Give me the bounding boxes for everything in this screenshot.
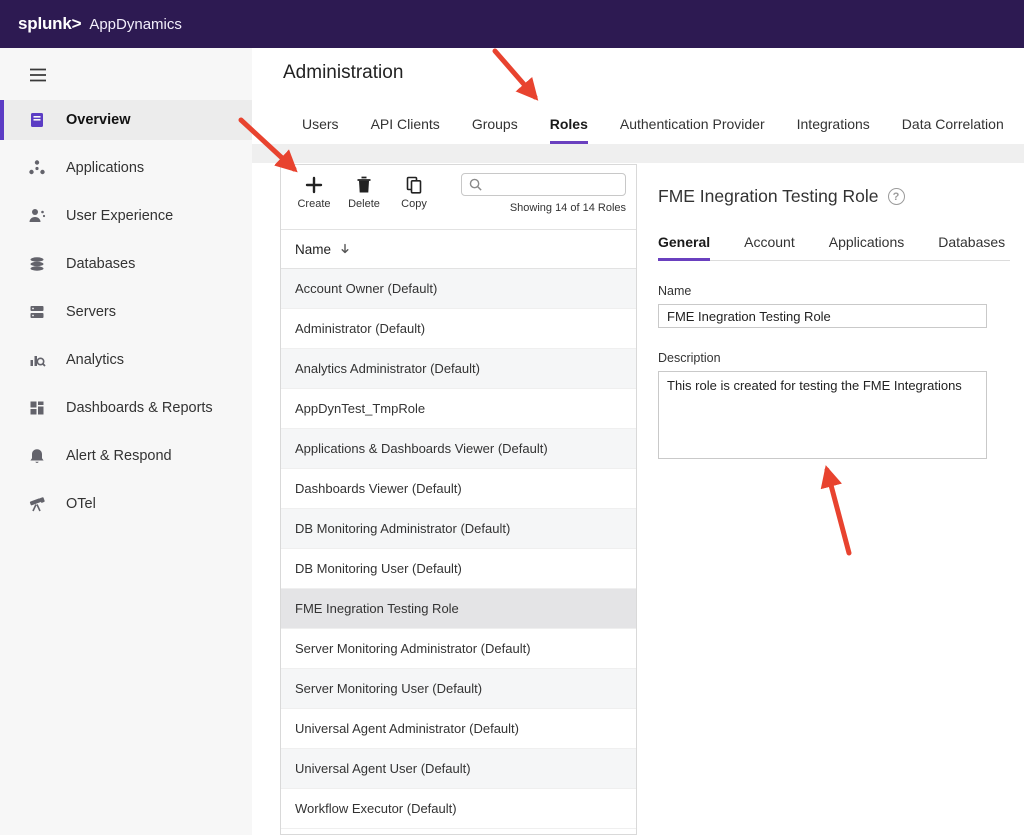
name-field-label: Name [658, 284, 1010, 298]
detail-tab-bar: General Account Applications Databases [658, 234, 1010, 261]
roles-count-text: Showing 14 of 14 Roles [461, 202, 626, 214]
copy-button-label: Copy [401, 198, 427, 210]
name-column-header[interactable]: Name [281, 229, 636, 269]
create-button[interactable]: Create [289, 173, 339, 210]
trash-icon [354, 175, 374, 195]
table-row[interactable]: DB Monitoring Administrator (Default) [281, 509, 636, 549]
roles-table-body: Account Owner (Default) Administrator (D… [281, 269, 636, 829]
sidebar-item-label: Servers [66, 304, 116, 320]
sidebar-item-databases[interactable]: Databases [0, 244, 252, 284]
sidebar-item-label: User Experience [66, 208, 173, 224]
search-area: Showing 14 of 14 Roles [461, 173, 626, 214]
sort-descending-icon [338, 242, 352, 256]
admin-tab-bar: Users API Clients Groups Roles Authentic… [252, 106, 1024, 144]
sidebar-item-user-experience[interactable]: User Experience [0, 196, 252, 236]
databases-icon [28, 255, 46, 273]
tab-users[interactable]: Users [302, 116, 339, 144]
sidebar-item-label: Alert & Respond [66, 448, 172, 464]
dashboards-icon [28, 399, 46, 417]
sidebar-item-alert-respond[interactable]: Alert & Respond [0, 436, 252, 476]
sidebar-item-label: Analytics [66, 352, 124, 368]
tab-applications[interactable]: Applications [829, 234, 905, 260]
role-name-input[interactable] [658, 304, 987, 328]
topbar: splunk> AppDynamics [0, 0, 1024, 48]
search-icon [468, 177, 483, 192]
table-row[interactable]: Administrator (Default) [281, 309, 636, 349]
arrow-to-description [827, 470, 849, 553]
hamburger-menu-icon[interactable] [27, 65, 49, 85]
table-row-selected[interactable]: FME Inegration Testing Role [281, 589, 636, 629]
applications-icon [28, 159, 46, 177]
copy-icon [404, 175, 424, 195]
sidebar-item-overview[interactable]: Overview [0, 100, 252, 140]
sidebar-item-label: Dashboards & Reports [66, 400, 213, 416]
name-header-label: Name [295, 242, 331, 257]
tab-integrations[interactable]: Integrations [797, 116, 870, 144]
telescope-icon [28, 495, 46, 513]
create-button-label: Create [297, 198, 330, 210]
tab-roles[interactable]: Roles [550, 116, 588, 144]
table-row[interactable]: Server Monitoring User (Default) [281, 669, 636, 709]
app-root: splunk> AppDynamics Overview Application… [0, 0, 1024, 835]
sidebar-item-label: Applications [66, 160, 144, 176]
table-row[interactable]: Workflow Executor (Default) [281, 789, 636, 829]
role-detail-panel: FME Inegration Testing Role ? General Ac… [658, 186, 1010, 464]
user-experience-icon [28, 207, 46, 225]
page-title: Administration [283, 62, 403, 84]
roles-toolbar: Create Delete Copy Showing 14 of 14 Role… [281, 165, 636, 229]
tab-databases[interactable]: Databases [938, 234, 1005, 260]
role-description-textarea[interactable]: This role is created for testing the FME… [658, 371, 987, 459]
bell-icon [28, 447, 46, 465]
sidebar-item-label: Overview [66, 112, 131, 128]
description-field-label: Description [658, 351, 1010, 365]
sidebar-item-label: Databases [66, 256, 135, 272]
arrow-to-roles-tab [495, 51, 535, 97]
analytics-icon [28, 351, 46, 369]
table-row[interactable]: Analytics Administrator (Default) [281, 349, 636, 389]
roles-search-box[interactable] [461, 173, 626, 196]
table-row[interactable]: Account Owner (Default) [281, 269, 636, 309]
overview-icon [28, 111, 46, 129]
table-row[interactable]: DB Monitoring User (Default) [281, 549, 636, 589]
delete-button-label: Delete [348, 198, 380, 210]
sidebar-item-servers[interactable]: Servers [0, 292, 252, 332]
help-icon[interactable]: ? [888, 188, 905, 205]
sidebar-item-analytics[interactable]: Analytics [0, 340, 252, 380]
table-row[interactable]: Applications & Dashboards Viewer (Defaul… [281, 429, 636, 469]
appdynamics-logo: AppDynamics [89, 16, 182, 33]
tab-general[interactable]: General [658, 234, 710, 261]
sidebar-item-otel[interactable]: OTel [0, 484, 252, 524]
sidebar: Overview Applications User Experience Da… [0, 48, 252, 835]
sidebar-item-dashboards-reports[interactable]: Dashboards & Reports [0, 388, 252, 428]
servers-icon [28, 303, 46, 321]
tab-api-clients[interactable]: API Clients [371, 116, 440, 144]
sidebar-nav: Overview Applications User Experience Da… [0, 100, 252, 524]
table-row[interactable]: Universal Agent User (Default) [281, 749, 636, 789]
copy-button[interactable]: Copy [389, 173, 439, 210]
table-row[interactable]: Server Monitoring Administrator (Default… [281, 629, 636, 669]
sidebar-item-label: OTel [66, 496, 96, 512]
splunk-logo: splunk> [18, 14, 81, 34]
table-row[interactable]: Dashboards Viewer (Default) [281, 469, 636, 509]
table-row[interactable]: AppDynTest_TmpRole [281, 389, 636, 429]
table-row[interactable]: Universal Agent Administrator (Default) [281, 709, 636, 749]
tab-groups[interactable]: Groups [472, 116, 518, 144]
tab-separator-band [252, 144, 1024, 163]
plus-icon [304, 175, 324, 195]
role-detail-title: FME Inegration Testing Role [658, 186, 879, 207]
delete-button[interactable]: Delete [339, 173, 389, 210]
roles-search-input[interactable] [487, 178, 619, 192]
sidebar-item-applications[interactable]: Applications [0, 148, 252, 188]
tab-account[interactable]: Account [744, 234, 795, 260]
tab-authentication-provider[interactable]: Authentication Provider [620, 116, 765, 144]
roles-list-panel: Create Delete Copy Showing 14 of 14 Role… [280, 164, 637, 835]
tab-data-correlation[interactable]: Data Correlation [902, 116, 1004, 144]
